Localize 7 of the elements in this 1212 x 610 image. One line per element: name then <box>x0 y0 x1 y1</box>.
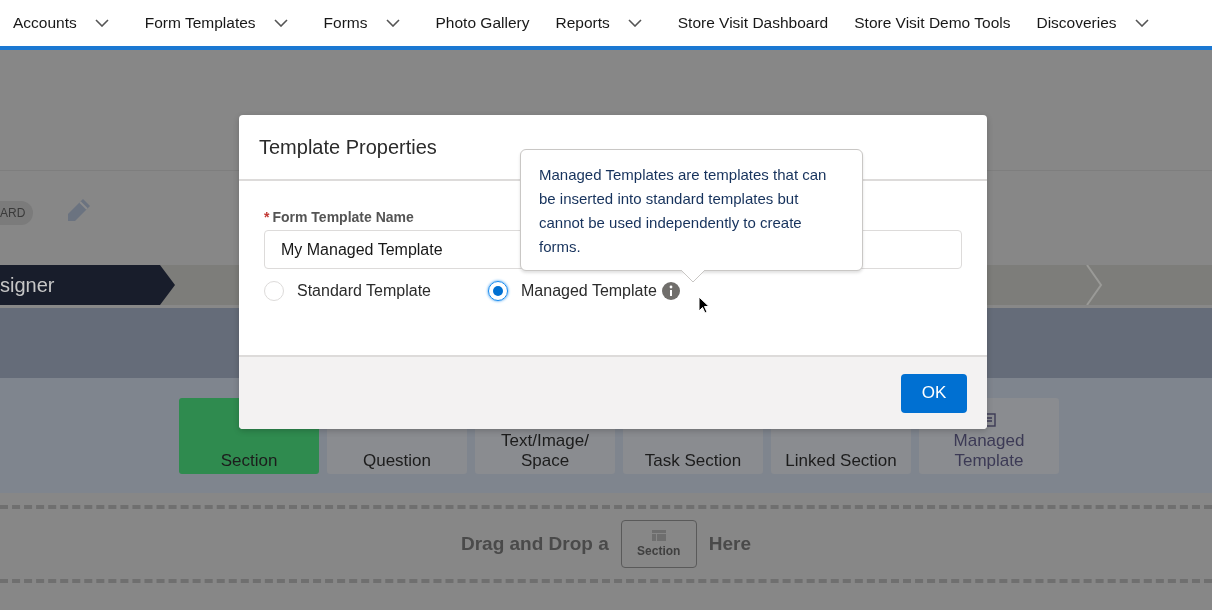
drop-hint: Here <box>708 533 752 555</box>
status-badge: ARD <box>0 201 34 225</box>
tooltip-text: Managed Templates are templates that can be inserted into standard templates but cannot be used independently to create forms. <box>539 165 828 257</box>
dialog-title: Template Properties <box>259 135 437 159</box>
field-label: * Form Template Name <box>264 209 414 225</box>
chip-label: Section <box>637 544 681 558</box>
drop-hint: Drag and Drop a <box>460 533 609 555</box>
